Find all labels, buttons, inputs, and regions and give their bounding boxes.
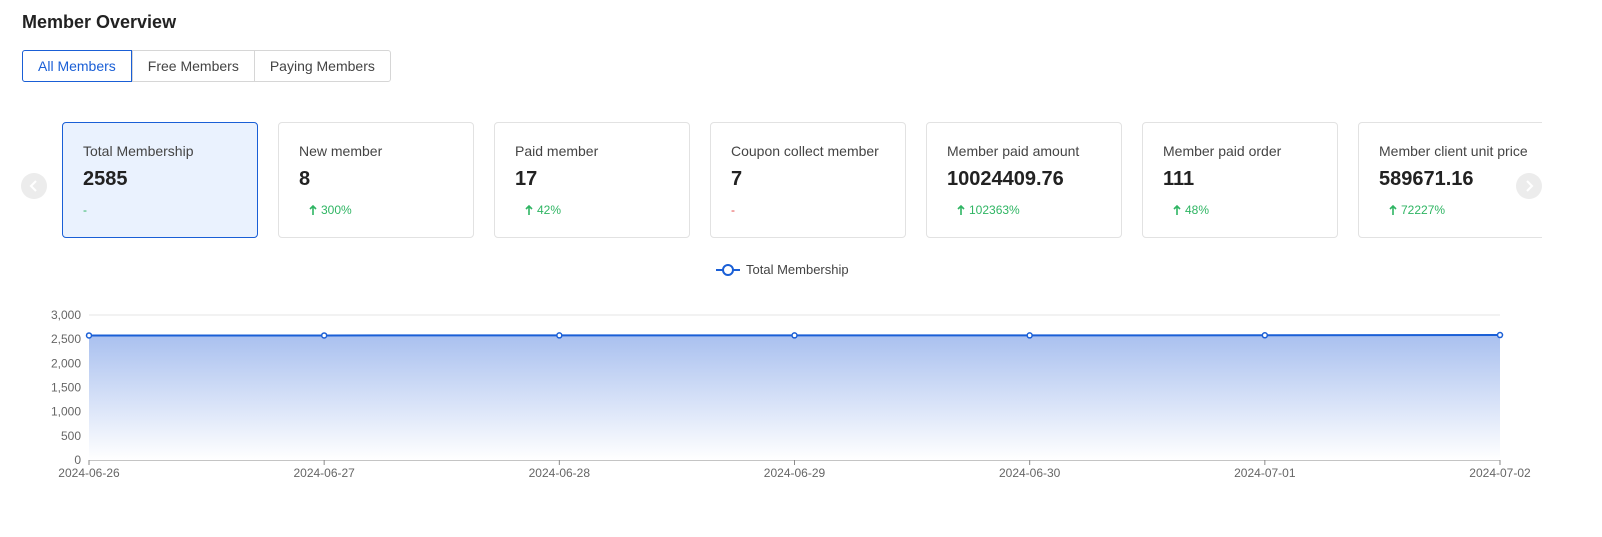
tab-free-members[interactable]: Free Members xyxy=(131,51,254,81)
metric-card-total-membership[interactable]: Total Membership 2585 - xyxy=(62,122,258,238)
metric-card-member-paid-order[interactable]: Member paid order 111 48% xyxy=(1142,122,1338,238)
legend-line-circle-icon xyxy=(716,263,740,276)
carousel-next-button[interactable] xyxy=(1516,173,1542,199)
metric-card-title: Paid member xyxy=(515,143,599,159)
metric-card-new-member[interactable]: New member 8 300% xyxy=(278,122,474,238)
metric-card-value: 7 xyxy=(731,168,743,190)
chart-legend-item[interactable]: Total Membership xyxy=(716,262,849,277)
x-tick-label: 2024-06-29 xyxy=(764,466,826,480)
metric-card-member-paid-amount[interactable]: Member paid amount 10024409.76 102363% xyxy=(926,122,1122,238)
metric-card-member-client-unit-price[interactable]: Member client unit price 589671.16 72227… xyxy=(1358,122,1542,238)
area-fill xyxy=(89,335,1500,460)
metric-card-value: 589671.16 xyxy=(1379,168,1474,190)
data-point xyxy=(320,332,328,339)
y-tick-label: 2,000 xyxy=(51,356,81,370)
x-tick-label: 2024-06-27 xyxy=(293,466,355,480)
data-point xyxy=(1026,332,1033,339)
metric-card-change: - xyxy=(731,203,885,217)
membership-area-chart: 0 500 1,000 1,500 2,000 2,500 3,000 2024-06-26 2… xyxy=(51,308,1531,480)
metric-card-change-text: 42% xyxy=(537,203,562,217)
y-tick-label: 1,000 xyxy=(51,405,81,419)
metric-card-title: Member client unit price xyxy=(1379,143,1528,159)
y-tick-label: 1,500 xyxy=(51,381,81,395)
metric-card-change: 48% xyxy=(1163,203,1317,217)
metric-card-value: 2585 xyxy=(83,168,128,190)
x-tick-label: 2024-07-02 xyxy=(1469,466,1531,480)
metric-card-paid-member[interactable]: Paid member 17 42% xyxy=(494,122,690,238)
y-tick-label: 500 xyxy=(61,429,81,443)
page-title: Member Overview xyxy=(22,12,177,32)
y-tick-label: 2,500 xyxy=(51,332,81,346)
y-tick-label: 0 xyxy=(74,453,81,467)
arrow-up-icon xyxy=(1173,204,1181,215)
x-tick-label: 2024-07-01 xyxy=(1234,466,1296,480)
metric-card-value: 111 xyxy=(1163,168,1195,190)
metric-card-change: 72227% xyxy=(1379,203,1533,217)
metric-card-change-text: 48% xyxy=(1185,203,1210,217)
carousel-prev-button[interactable] xyxy=(21,173,47,199)
metric-card-change: 102363% xyxy=(947,203,1101,217)
metric-card-change: 42% xyxy=(515,203,669,217)
metric-cards-carousel: Total Membership 2585 - New member 8 300… xyxy=(62,122,1542,244)
x-tick-label: 2024-06-28 xyxy=(529,466,591,480)
data-point xyxy=(556,332,563,339)
data-point xyxy=(85,332,93,339)
metric-card-change: - xyxy=(83,203,237,217)
legend-label: Total Membership xyxy=(746,262,849,277)
chevron-left-icon xyxy=(29,180,37,192)
tab-paying-members[interactable]: Paying Members xyxy=(253,51,390,81)
data-point xyxy=(1261,332,1269,339)
metric-card-change-text: - xyxy=(731,203,735,217)
arrow-up-icon xyxy=(525,204,533,215)
metric-card-value: 8 xyxy=(299,168,311,190)
metric-card-title: Total Membership xyxy=(83,143,194,159)
x-tick-label: 2024-06-30 xyxy=(999,466,1061,480)
metric-card-title: New member xyxy=(299,143,383,159)
metric-card-change-text: 102363% xyxy=(969,203,1020,217)
metric-card-change-text: - xyxy=(83,203,87,217)
chevron-right-icon xyxy=(1526,180,1534,192)
metric-card-title: Member paid order xyxy=(1163,143,1282,159)
metric-card-change-text: 72227% xyxy=(1401,203,1446,217)
metric-card-value: 17 xyxy=(515,168,538,190)
metric-card-value: 10024409.76 xyxy=(947,168,1064,190)
y-tick-label: 3,000 xyxy=(51,308,81,322)
metric-card-title: Coupon collect member xyxy=(731,143,879,159)
member-type-tabs: All Members Free Members Paying Members xyxy=(22,50,391,82)
data-point xyxy=(1496,331,1504,339)
arrow-up-icon xyxy=(309,204,317,215)
tab-all-members[interactable]: All Members xyxy=(22,50,132,82)
arrow-up-icon xyxy=(1389,204,1397,215)
data-point xyxy=(791,332,798,339)
metric-card-change-text: 300% xyxy=(321,203,352,217)
x-tick-label: 2024-06-26 xyxy=(58,466,120,480)
arrow-up-icon xyxy=(957,204,965,215)
metric-card-coupon-collect-member[interactable]: Coupon collect member 7 - xyxy=(710,122,906,238)
metric-card-change: 300% xyxy=(299,203,453,217)
metric-card-title: Member paid amount xyxy=(947,143,1080,159)
